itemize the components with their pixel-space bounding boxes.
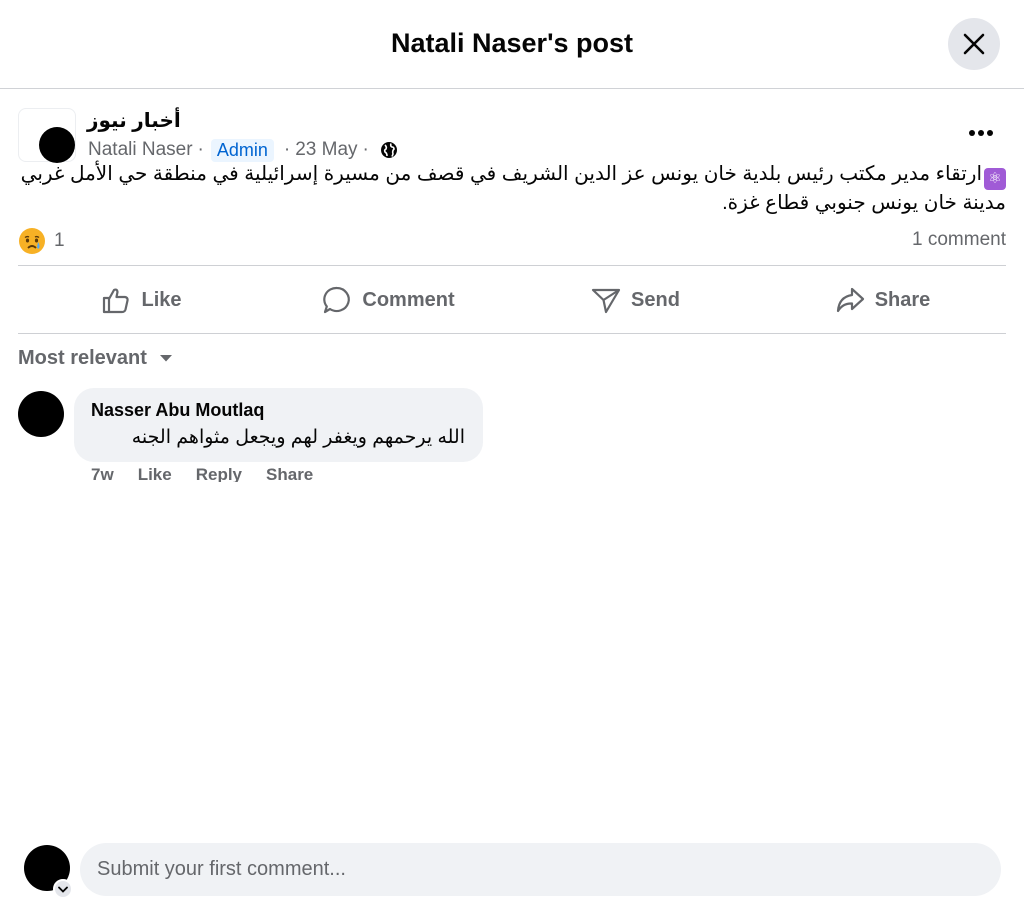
post-date[interactable]: 23 May xyxy=(295,139,357,161)
post-text: ⚛ارتقاء مدير مكتب رئيس بلدية خان يونس عز… xyxy=(18,161,1006,217)
comment-time[interactable]: 7w xyxy=(91,464,114,482)
more-options-button[interactable] xyxy=(964,118,998,148)
close-icon xyxy=(963,33,985,55)
comment-actions: 7w Like Reply Share xyxy=(91,464,337,482)
profile-switch-button[interactable] xyxy=(53,879,73,899)
post-text-content: ارتقاء مدير مكتب رئيس بلدية خان يونس عز … xyxy=(20,163,1006,214)
comment-input[interactable] xyxy=(80,843,1001,896)
reaction-count: 1 xyxy=(54,230,65,251)
thumbs-up-icon xyxy=(103,288,130,314)
comment-count[interactable]: 1 comment xyxy=(912,229,1006,251)
comment-sort-dropdown[interactable]: Most relevant xyxy=(18,344,173,372)
comment-bubble: Nasser Abu Moutlaq الله يرحمهم ويغفر لهم… xyxy=(74,388,483,462)
globe-icon xyxy=(380,141,398,159)
comment-bubble-icon xyxy=(323,286,351,314)
separator-dot: · xyxy=(283,139,291,160)
post-meta: Natali Naser · Admin · 23 May · xyxy=(88,136,398,164)
separator-dot: · xyxy=(197,139,204,160)
comment-button[interactable]: Comment xyxy=(265,266,512,334)
comment-like-button[interactable]: Like xyxy=(138,464,172,482)
comment-label: Comment xyxy=(362,288,455,311)
admin-badge: Admin xyxy=(210,138,274,162)
send-button[interactable]: Send xyxy=(512,266,759,334)
reactions-summary[interactable]: 1 xyxy=(18,226,65,256)
separator-dot: · xyxy=(362,139,369,160)
page-avatar[interactable] xyxy=(39,127,75,163)
share-label: Share xyxy=(874,288,931,311)
close-button[interactable] xyxy=(948,18,1000,70)
caret-down-icon xyxy=(159,355,172,362)
dialog-title: Natali Naser's post xyxy=(390,28,633,58)
comment-text: الله يرحمهم ويغفر لهم ويجعل مثواهم الجنه xyxy=(131,427,465,448)
page-avatar-frame[interactable] xyxy=(18,108,76,163)
commenter-avatar[interactable] xyxy=(18,391,64,437)
share-button[interactable]: Share xyxy=(759,266,1006,334)
divider xyxy=(18,333,1006,334)
comment-share-button[interactable]: Share xyxy=(266,464,313,482)
atom-emoji-icon: ⚛ xyxy=(984,168,1006,190)
send-icon xyxy=(591,288,621,314)
more-icon xyxy=(969,130,993,136)
post-header: أخبار نيوز Natali Naser · Admin · 23 May… xyxy=(18,104,1006,164)
dialog-header: Natali Naser's post xyxy=(0,0,1024,89)
comment-reply-button[interactable]: Reply xyxy=(196,464,242,482)
chevron-down-icon xyxy=(58,886,68,893)
like-button[interactable]: Like xyxy=(18,266,265,334)
post-author[interactable]: Natali Naser xyxy=(88,139,193,161)
page-name[interactable]: أخبار نيوز xyxy=(87,108,181,133)
like-label: Like xyxy=(141,288,182,311)
sad-crying-emoji-icon xyxy=(19,228,45,254)
sort-label: Most relevant xyxy=(18,346,147,369)
post-actions: Like Comment Send Share xyxy=(18,266,1006,334)
share-arrow-icon xyxy=(836,287,864,313)
send-label: Send xyxy=(631,288,680,311)
comment-author[interactable]: Nasser Abu Moutlaq xyxy=(91,400,264,421)
